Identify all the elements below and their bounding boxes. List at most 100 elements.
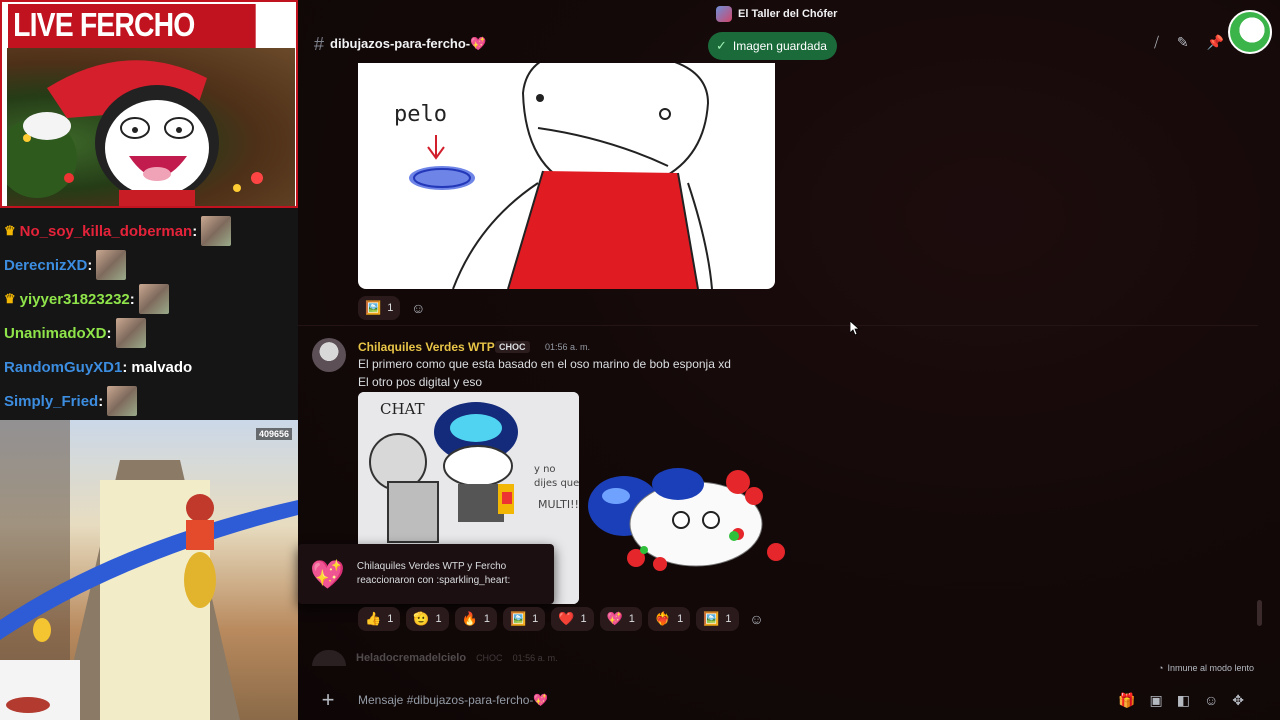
tooltip-line: Chilaquiles Verdes WTP y Fercho: [356, 561, 507, 572]
message-timestamp: 01:56 a. m.: [545, 342, 591, 352]
reaction-pill[interactable]: 🫡 1: [406, 607, 449, 631]
reaction-pill[interactable]: ❤️ 1: [551, 607, 594, 631]
scrollbar[interactable]: [1257, 600, 1262, 626]
chat-line: UnanimadoXD:: [0, 316, 298, 350]
reaction-bar: 🖼️ 1 ☺: [358, 296, 430, 320]
chat-line: RandomGuyXD1: malvado: [4, 358, 193, 376]
emote-image: [96, 250, 127, 280]
avatar[interactable]: [1228, 10, 1272, 54]
webcam-frame: LIVE FERCHO REACTION: [0, 0, 298, 208]
reaction-count: 1: [387, 302, 394, 314]
chat-username: UnanimadoXD: [4, 324, 107, 342]
tooltip-line: reaccionaron con :sparkling_heart:: [356, 575, 511, 586]
chat-message: malvado: [131, 358, 193, 376]
emote-image: [201, 216, 232, 246]
message-preview: Heladocremadelcielo CHOC 01:56 a. m.: [312, 650, 558, 666]
reaction-emoji: 👍: [365, 611, 382, 626]
slowmode-text: Inmune al modo lento: [1167, 663, 1254, 673]
stream-overlay: LIVE FERCHO REACTION ♛ No_soy_killa: [0, 0, 298, 720]
gift-icon[interactable]: 🎁: [1118, 692, 1135, 709]
reaction-emoji: 💖: [606, 611, 623, 626]
header-toolbar: ⧸ ✎ 📌: [1154, 34, 1224, 51]
check-icon: ✓: [716, 38, 727, 53]
avatar[interactable]: [312, 650, 346, 666]
server-title[interactable]: El Taller del Chófer: [716, 6, 837, 22]
message-input[interactable]: [358, 680, 1119, 720]
threads-icon[interactable]: ⧸: [1154, 34, 1159, 51]
reaction-emoji: 🖼️: [365, 300, 382, 315]
reaction-pill[interactable]: 💖 1: [599, 607, 642, 631]
svg-text:y no: y no: [534, 464, 556, 475]
reaction-emoji: 🖼️: [509, 611, 527, 626]
reaction-emoji: ❤️: [558, 611, 575, 626]
notification-mute-icon[interactable]: ✎: [1177, 34, 1189, 51]
chat-username: DerecnizXD: [4, 256, 88, 274]
sparkling-heart-icon: 💖: [310, 558, 345, 590]
toast-text: Imagen guardada: [732, 39, 827, 53]
gif-icon[interactable]: ▣: [1150, 692, 1163, 709]
chat-username: RandomGuyXD1: [4, 358, 123, 376]
reaction-tooltip: 💖 Chilaquiles Verdes WTP y Fercho reacci…: [298, 544, 554, 604]
webcam-image: [7, 48, 295, 206]
reaction-bar: 👍 1 🫡 1 🔥 1 🖼️ 1 ❤️ 1 💖 1 ❤️‍🔥 1 🖼️ 1 ☺: [358, 607, 769, 631]
avatar[interactable]: [312, 338, 346, 372]
crown-icon: ♛: [4, 291, 16, 306]
reaction-pill[interactable]: 🖼️ 1: [502, 607, 546, 631]
reaction-count: 1: [483, 613, 490, 625]
reaction-count: 1: [628, 613, 635, 625]
mouse-cursor-icon: [850, 321, 860, 335]
reaction-emoji: ❤️‍🔥: [654, 611, 672, 626]
message-author[interactable]: Heladocremadelcielo: [356, 652, 466, 664]
svg-text:dijes que: dijes que: [534, 478, 579, 489]
game-score: 409656: [255, 428, 292, 440]
saved-toast: ✓ Imagen guardada: [708, 32, 837, 60]
chat-line: DerecnizXD:: [0, 248, 298, 282]
apps-icon[interactable]: ✥: [1232, 692, 1244, 709]
discord-app: El Taller del Chófer # dibujazos-para-fe…: [298, 0, 1280, 720]
clock-icon: ◔: [1158, 663, 1164, 673]
channel-name[interactable]: dibujazos-para-fercho-💖: [330, 36, 486, 52]
chat-line: ♛ No_soy_killa_doberman:: [0, 214, 298, 248]
server-name: El Taller del Chófer: [738, 8, 838, 20]
chat-username: Simply_Fried: [4, 392, 99, 410]
sticker-image[interactable]: [586, 462, 804, 578]
reaction-pill[interactable]: 👍 1: [358, 607, 401, 631]
reaction-count: 1: [725, 613, 732, 625]
reaction-count: 1: [435, 613, 442, 625]
reaction-pill[interactable]: 🖼️ 1: [696, 607, 739, 631]
upload-plus-icon[interactable]: +: [298, 687, 358, 713]
drawing-label: pelo: [394, 102, 447, 127]
message-author[interactable]: Chilaquiles Verdes WTP: [358, 340, 495, 354]
reaction-pill[interactable]: ❤️‍🔥 1: [647, 607, 691, 631]
add-reaction-icon[interactable]: ☺: [745, 607, 769, 631]
image-caption: CHAT: [380, 400, 425, 418]
svg-text:MULTI!!: MULTI!!: [538, 498, 579, 511]
emote-image: [107, 386, 138, 416]
message-composer: + 🎁 ▣ ◧ ☺ ✥: [298, 680, 1280, 720]
slowmode-notice: ◔ Inmune al modo lento: [1158, 663, 1254, 673]
reaction-count: 1: [677, 613, 684, 625]
stream-chat: ♛ No_soy_killa_doberman: DerecnizXD: ♛ y…: [0, 208, 298, 420]
chat-line: Simply_Fried:: [0, 384, 298, 418]
add-reaction-icon[interactable]: ☺: [406, 296, 430, 320]
gameplay-video: 409656: [0, 420, 298, 720]
message-divider: [298, 325, 1258, 326]
chat-line: ♛ yiyyer31823232:: [0, 282, 298, 316]
emote-image: [138, 284, 169, 314]
message-timestamp: 01:56 a. m.: [512, 653, 558, 663]
sticker-icon[interactable]: ◧: [1177, 692, 1190, 709]
chat-username: yiyyer31823232: [19, 290, 130, 308]
emoji-icon[interactable]: ☺: [1204, 692, 1218, 709]
message-text: El otro pos digital y eso: [358, 375, 483, 389]
server-tag: CHOC: [476, 653, 503, 663]
reaction-pill[interactable]: 🔥 1: [454, 607, 497, 631]
reaction-count: 1: [387, 613, 394, 625]
hash-icon: #: [314, 33, 325, 54]
reaction-count: 1: [580, 613, 587, 625]
server-tag[interactable]: CHOC: [495, 341, 530, 353]
reaction-pill[interactable]: 🖼️ 1: [358, 296, 401, 320]
image-attachment[interactable]: pelo: [358, 63, 775, 289]
reaction-emoji: 🖼️: [703, 611, 720, 626]
chat-username: No_soy_killa_doberman: [19, 222, 193, 240]
pin-icon[interactable]: 📌: [1207, 34, 1224, 51]
